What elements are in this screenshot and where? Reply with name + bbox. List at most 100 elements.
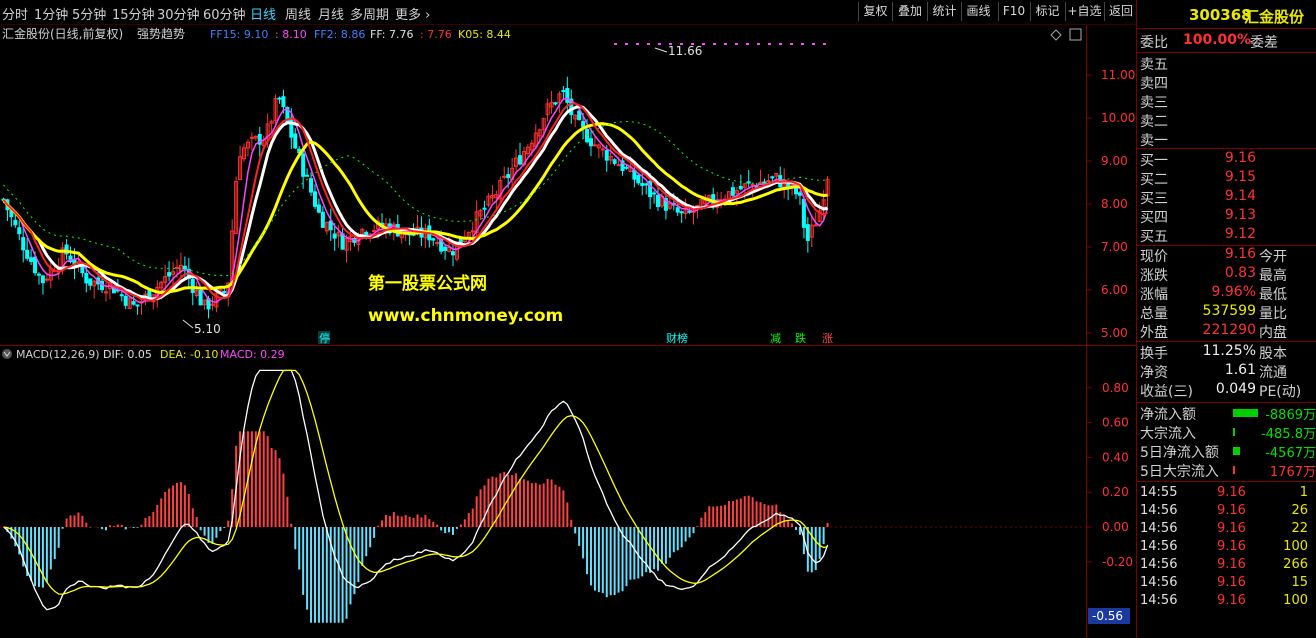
tick-row: 14:56 9.16 22 xyxy=(1137,521,1316,539)
divider xyxy=(1137,341,1316,342)
tick-time: 14:55 xyxy=(1140,485,1178,500)
macd-line xyxy=(3,369,829,611)
divider xyxy=(1137,481,1316,482)
fund-flow-value: -4567万 xyxy=(1265,446,1316,461)
candle-body xyxy=(25,249,30,259)
sell-level: 卖五 xyxy=(1137,54,1316,73)
tick-time: 14:56 xyxy=(1140,521,1178,536)
buy-level-value: 9.16 xyxy=(1224,150,1256,166)
quote-row-value: 9.96% xyxy=(1211,284,1256,300)
candle-body xyxy=(770,176,775,179)
macd-name: MACD(12,26,9) xyxy=(16,348,100,361)
price-axis-label: 7.00 xyxy=(1101,240,1128,254)
high-annotation: 11.66 xyxy=(668,44,702,58)
candle-body xyxy=(577,110,582,121)
divider xyxy=(1137,148,1316,149)
committee-value: 100.00% xyxy=(1183,32,1252,48)
price-axis-label: 6.00 xyxy=(1101,283,1128,297)
tick-volume: 266 xyxy=(1283,557,1308,572)
quote-row-value: 537599 xyxy=(1202,303,1256,319)
tick-time: 14:56 xyxy=(1140,503,1178,518)
candle-body xyxy=(372,229,377,232)
tick-time: 14:56 xyxy=(1140,593,1178,608)
fund-flow-row: 5日大宗流入 1767万 xyxy=(1137,461,1316,480)
k05-value: K05: 8.44 xyxy=(458,28,511,41)
candle-body xyxy=(222,291,227,294)
candle-body xyxy=(190,279,195,293)
candle-body xyxy=(581,121,586,128)
tick-row: 14:56 9.16 26 xyxy=(1137,503,1316,521)
tag-stop: 停 xyxy=(319,331,330,345)
candle-body xyxy=(604,150,609,161)
committee-row: 委比 100.00% 委差 xyxy=(1137,32,1316,51)
candle-body xyxy=(80,265,85,274)
tick-row: 14:56 9.16 100 xyxy=(1137,539,1316,557)
tick-price: 9.16 xyxy=(1217,521,1246,536)
buy-level-label: 买四 xyxy=(1140,210,1168,226)
chevron-down-icon[interactable] xyxy=(2,349,12,359)
candle-body xyxy=(644,183,649,186)
candle-body xyxy=(600,148,605,151)
buy-level-value: 9.15 xyxy=(1224,169,1256,185)
tick-row: 14:56 9.16 266 xyxy=(1137,557,1316,575)
sell-level-label: 卖五 xyxy=(1140,57,1168,73)
buy-level: 买五 9.12 xyxy=(1137,226,1316,245)
fund-flow-row: 净流入额 -8869万 xyxy=(1137,404,1316,423)
candle-body xyxy=(44,278,49,281)
macd-cursor-value: -0.56 xyxy=(1092,609,1123,623)
ff15-value: FF15: 9.10 xyxy=(210,28,268,41)
candle-body xyxy=(797,192,802,196)
tick-price: 9.16 xyxy=(1217,485,1246,500)
tag-reduce: 减 xyxy=(770,332,781,345)
fund-flow-value: 1767万 xyxy=(1269,465,1316,480)
stat-row: 收益(三) 0.049 PE(动) xyxy=(1137,381,1316,400)
candle-body xyxy=(281,96,286,108)
price-axis-label: 5.00 xyxy=(1101,326,1128,340)
candle-body xyxy=(312,191,317,207)
macd-axis-label: 0.20 xyxy=(1102,485,1129,499)
quote-row-label: 现价 xyxy=(1140,249,1168,265)
low-pointer xyxy=(182,319,194,329)
candle-body xyxy=(687,210,692,213)
candle-body xyxy=(33,256,38,274)
quote-row-label: 涨幅 xyxy=(1140,287,1168,303)
candle-body xyxy=(518,155,523,165)
candle-body xyxy=(730,187,735,196)
quote-row-value: 0.83 xyxy=(1224,265,1256,281)
quote-row-label2: 内盘 xyxy=(1259,325,1287,341)
candle-body xyxy=(104,291,109,294)
candle-body xyxy=(36,273,41,276)
macd-axis-label: 0.60 xyxy=(1102,416,1129,430)
watermark-title: 第一股票公式网 xyxy=(368,273,487,294)
macd-axis-label: 0.80 xyxy=(1102,381,1129,395)
price-axis-label: 10.00 xyxy=(1101,111,1135,125)
divider xyxy=(1137,28,1316,29)
candle-body xyxy=(13,219,18,226)
quote-row-label2: 最高 xyxy=(1259,268,1287,284)
ff-value: FF: 7.76 xyxy=(370,28,414,41)
sell-level: 卖三 xyxy=(1137,92,1316,111)
stat-row-value: 1.61 xyxy=(1224,362,1256,378)
buy-level-label: 买三 xyxy=(1140,191,1168,207)
candle-body xyxy=(738,185,743,190)
divider xyxy=(1137,52,1316,53)
quote-row-label: 总量 xyxy=(1140,306,1168,322)
axis-divider xyxy=(1086,25,1087,638)
tick-price: 9.16 xyxy=(1217,575,1246,590)
diamond-icon[interactable] xyxy=(1050,29,1062,41)
stat-row: 净资 1.61 流通 xyxy=(1137,362,1316,381)
tick-time: 14:56 xyxy=(1140,539,1178,554)
window-icon[interactable] xyxy=(1069,28,1082,41)
price-axis-label: 9.00 xyxy=(1101,154,1128,168)
tick-price: 9.16 xyxy=(1217,539,1246,554)
low-annotation: 5.10 xyxy=(194,322,221,336)
candle-body xyxy=(364,231,369,236)
tag-finance: 财榜 xyxy=(666,331,688,345)
macd-axis-label: 0.40 xyxy=(1102,450,1129,464)
kline-chart-area[interactable]: 汇金股份(日线,前复权) 强势趋势 FF15: 9.10 : 8.10 FF2:… xyxy=(0,0,1136,638)
fund-flow-label: 净流入额 xyxy=(1140,407,1196,423)
fund-flow-label: 5日大宗流入 xyxy=(1140,464,1219,480)
candle-body xyxy=(88,278,93,286)
macd-axis-label: -0.20 xyxy=(1102,555,1133,569)
sell-level: 卖二 xyxy=(1137,111,1316,130)
